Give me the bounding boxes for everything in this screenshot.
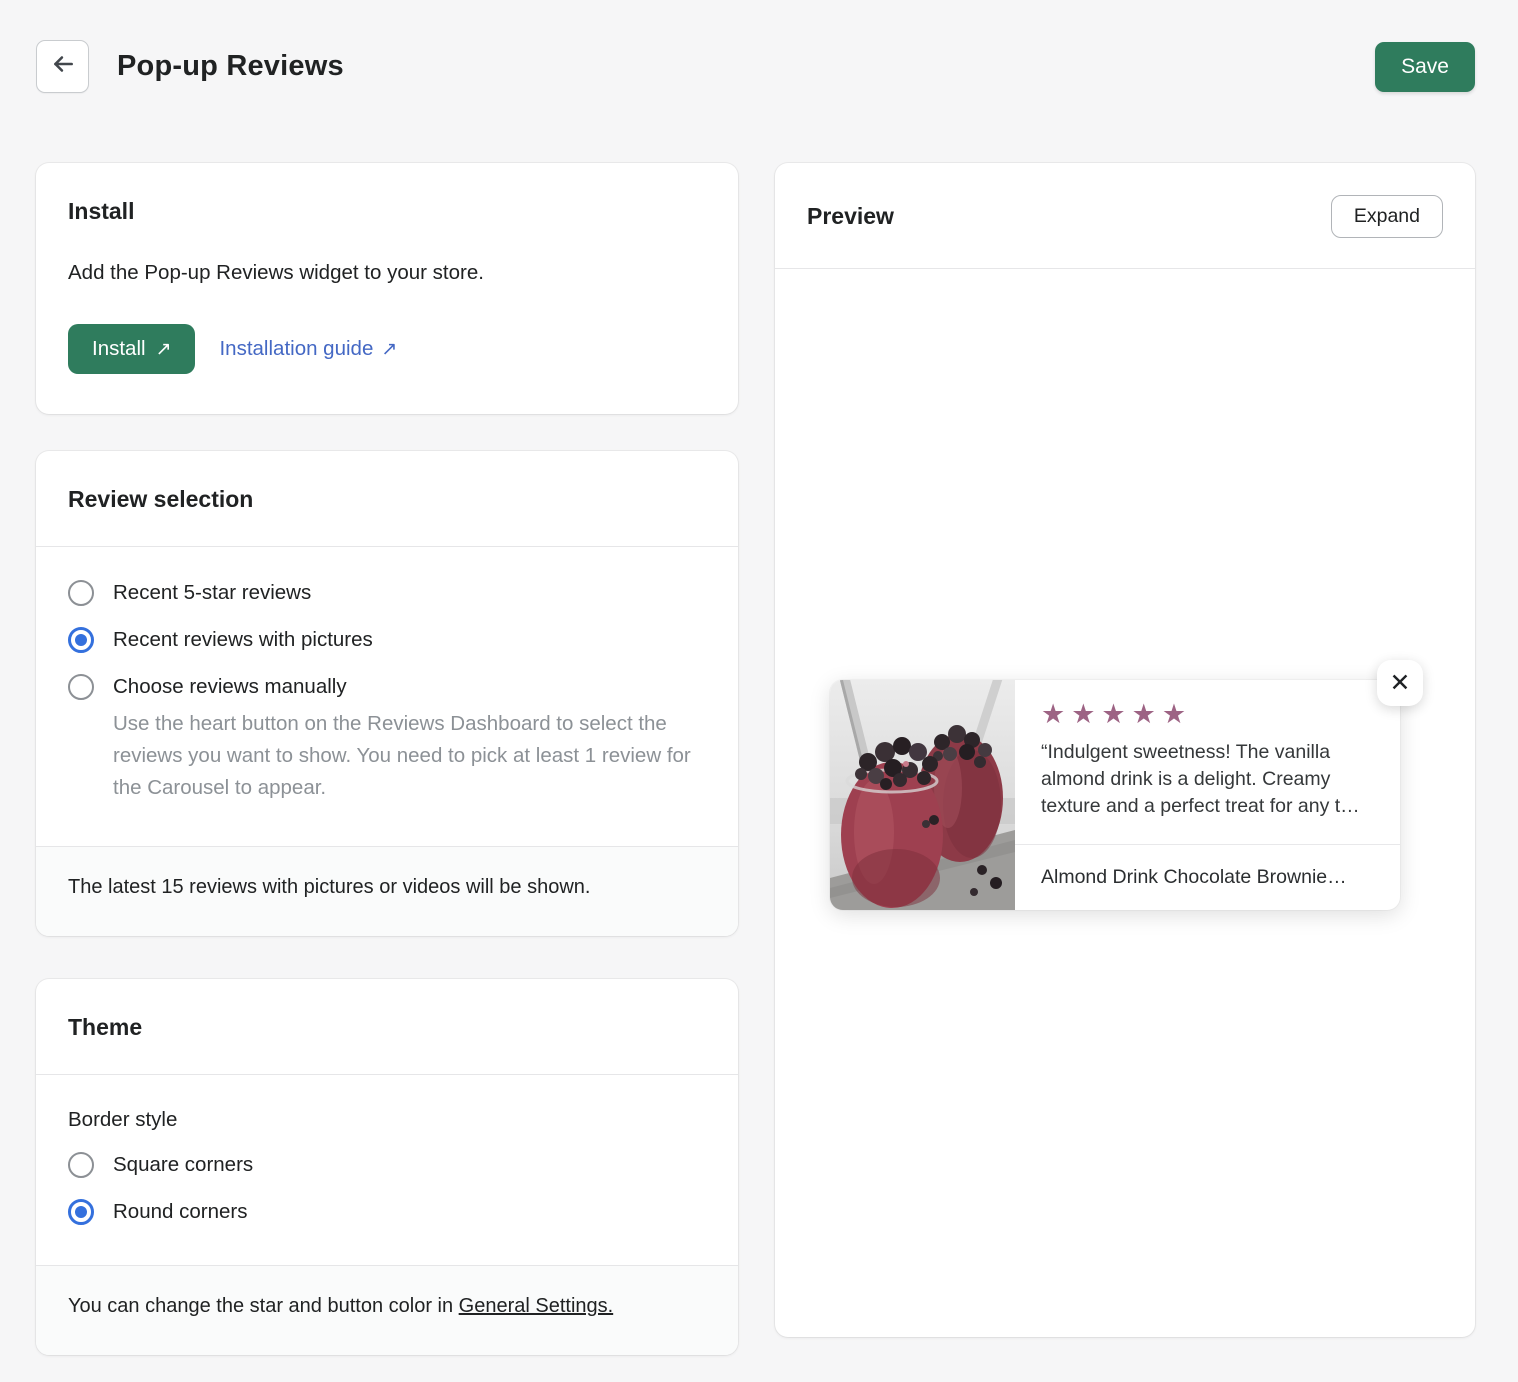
install-card: Install Add the Pop-up Reviews widget to… [36, 163, 738, 414]
preview-panel: Preview Expand [775, 163, 1475, 1337]
popup-reviews-settings-page: Pop-up Reviews Save Install Add the Pop-… [0, 0, 1518, 1379]
radio-unchecked-icon[interactable] [68, 674, 94, 700]
review-selection-header: Review selection [36, 451, 738, 546]
smoothie-photo-illustration [830, 680, 1015, 910]
preview-body: ★★★★★ “Indulgent sweetness! The vanilla … [775, 269, 1475, 1337]
radio-option-round-corners[interactable]: Round corners [68, 1199, 706, 1225]
install-actions: Install ↗ Installation guide ↗ [68, 324, 706, 374]
review-photo [830, 680, 1015, 910]
border-style-label: Border style [68, 1108, 706, 1132]
expand-button[interactable]: Expand [1331, 195, 1443, 238]
external-link-icon: ↗ [381, 338, 397, 361]
installation-guide-link[interactable]: Installation guide ↗ [219, 337, 397, 361]
radio-option-label: Round corners [113, 1200, 247, 1224]
theme-title: Theme [68, 1014, 706, 1041]
theme-card: Theme Border style Square corners Round … [36, 979, 738, 1355]
installation-guide-label: Installation guide [219, 337, 373, 361]
review-popup-content: ★★★★★ “Indulgent sweetness! The vanilla … [1015, 680, 1400, 910]
back-button[interactable] [36, 40, 89, 93]
theme-header: Theme [36, 979, 738, 1074]
arrow-left-icon [50, 51, 76, 82]
radio-option-label: Recent 5-star reviews [113, 581, 311, 605]
radio-option-label: Choose reviews manually [113, 675, 347, 699]
radio-option-label: Recent reviews with pictures [113, 628, 373, 652]
save-button[interactable]: Save [1375, 42, 1475, 92]
settings-column: Install Add the Pop-up Reviews widget to… [36, 163, 738, 1379]
install-card-title: Install [68, 198, 706, 225]
popup-close-button[interactable]: ✕ [1377, 660, 1423, 706]
radio-unchecked-icon[interactable] [68, 1152, 94, 1178]
theme-footer-text: You can change the star and button color… [68, 1295, 459, 1317]
review-selection-body: Recent 5-star reviews Recent reviews wit… [36, 547, 738, 846]
radio-unchecked-icon[interactable] [68, 580, 94, 606]
preview-column: Preview Expand [775, 163, 1475, 1337]
radio-option-choose-manually[interactable]: Choose reviews manually [68, 674, 706, 700]
install-description: Add the Pop-up Reviews widget to your st… [68, 261, 706, 285]
install-button-label: Install [92, 337, 146, 361]
radio-option-recent-with-pictures[interactable]: Recent reviews with pictures [68, 627, 706, 653]
review-text: “Indulgent sweetness! The vanilla almond… [1041, 739, 1374, 820]
general-settings-link[interactable]: General Settings. [459, 1295, 614, 1317]
review-selection-footer-note: The latest 15 reviews with pictures or v… [36, 846, 738, 936]
theme-footer-note: You can change the star and button color… [36, 1265, 738, 1355]
external-link-icon: ↗ [156, 338, 172, 361]
five-star-rating: ★★★★★ [1041, 701, 1374, 728]
review-popup-preview: ★★★★★ “Indulgent sweetness! The vanilla … [830, 680, 1400, 910]
content-columns: Install Add the Pop-up Reviews widget to… [36, 163, 1475, 1379]
page-header: Pop-up Reviews Save [36, 40, 1475, 93]
choose-manually-help-text: Use the heart button on the Reviews Dash… [113, 708, 706, 804]
review-product-name[interactable]: Almond Drink Chocolate Brownie… [1015, 845, 1400, 910]
radio-checked-icon[interactable] [68, 1199, 94, 1225]
install-button[interactable]: Install ↗ [68, 324, 195, 374]
preview-header: Preview Expand [775, 163, 1475, 269]
radio-option-recent-5-star[interactable]: Recent 5-star reviews [68, 580, 706, 606]
radio-checked-icon[interactable] [68, 627, 94, 653]
radio-option-label: Square corners [113, 1153, 253, 1177]
preview-title: Preview [807, 203, 894, 230]
review-popup-main: ★★★★★ “Indulgent sweetness! The vanilla … [1015, 680, 1400, 845]
radio-option-square-corners[interactable]: Square corners [68, 1152, 706, 1178]
page-title: Pop-up Reviews [117, 50, 344, 83]
theme-body: Border style Square corners Round corner… [36, 1075, 738, 1265]
close-icon: ✕ [1390, 668, 1411, 698]
review-selection-card: Review selection Recent 5-star reviews R… [36, 451, 738, 936]
review-selection-title: Review selection [68, 486, 706, 513]
